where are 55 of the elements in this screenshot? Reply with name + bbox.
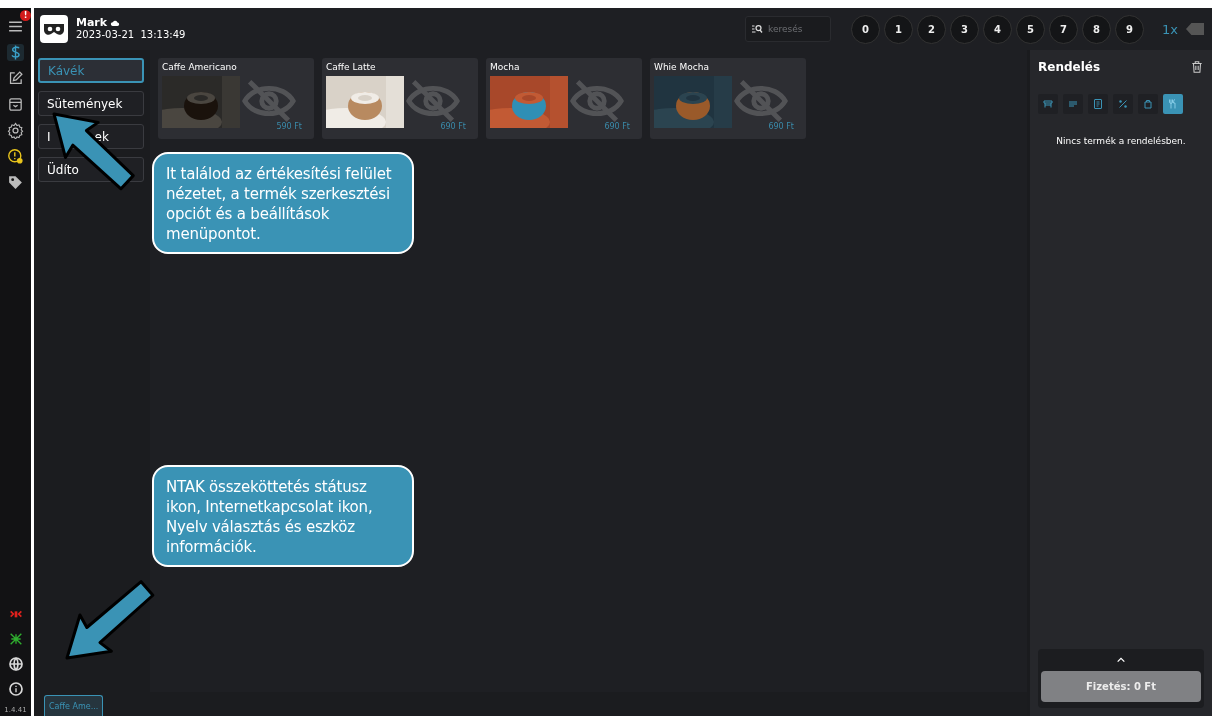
digit-button[interactable]: 2 [917,14,947,44]
product-card[interactable]: Caffe Americano 590 Ft [158,58,314,139]
notification-badge: ! [20,10,31,21]
chevron-up-icon[interactable] [1116,655,1126,665]
product-card[interactable]: Mocha 690 Ft [486,58,642,139]
quantity-multiplier: 1x [1162,21,1178,37]
category-button[interactable]: Sütemények [38,91,144,116]
cutlery-icon [1167,98,1179,110]
digit-button[interactable]: 9 [1115,14,1145,44]
product-card[interactable]: Caffe Latte 690 Ft [322,58,478,139]
lines-icon [1067,98,1079,110]
digit-button[interactable]: 1 [884,14,914,44]
box-icon[interactable] [7,96,24,113]
edit-icon[interactable] [7,70,24,87]
product-price: 690 Ft [768,122,794,131]
date-time: 2023-03-21 13:13:49 [76,29,186,41]
order-mode-button[interactable] [1138,94,1158,114]
trash-icon[interactable] [1190,60,1204,74]
tag-icon[interactable] [7,174,24,191]
search-icon [751,23,764,35]
receipt-icon [1092,98,1104,110]
bag-icon [1142,98,1154,110]
search-field[interactable]: keresés [745,16,832,42]
product-card[interactable]: Whie Mocha 690 Ft [650,58,806,139]
app-logo [40,15,68,43]
product-name: Whie Mocha [654,62,710,72]
order-mode-button[interactable] [1088,94,1108,114]
percent-icon [1117,98,1129,110]
info-icon[interactable] [7,681,24,697]
tutorial-callout: It találod az értékesítési felület nézetet, a termék szerkesztési opciót és a beállítások menüpontot. [152,152,414,254]
digit-button[interactable]: 3 [950,14,980,44]
digit-button[interactable]: 8 [1082,14,1112,44]
order-mode-button[interactable] [1113,94,1133,114]
settings-icon[interactable] [7,122,24,139]
product-price: 590 Ft [276,122,302,131]
table-icon [1042,98,1054,110]
digit-button[interactable]: 4 [983,14,1013,44]
order-title: Rendelés [1038,60,1101,74]
order-tab[interactable]: Caffe Ame... [44,695,104,716]
order-mode-button[interactable] [1038,94,1058,114]
product-price: 690 Ft [604,122,630,131]
cloud-icon [110,18,121,28]
tutorial-callout: NTAK összeköttetés státusz ikon, Internetkapcsolat ikon, Nyelv választás és eszköz információk. [152,465,414,567]
user-name: Mark [76,17,108,29]
warning-gear-icon[interactable] [7,148,24,165]
product-name: Caffe Americano [162,62,238,72]
product-price: 690 Ft [440,122,466,131]
product-name: Mocha [490,62,521,72]
product-name: Caffe Latte [326,62,377,72]
digit-button[interactable]: 0 [851,14,881,44]
globe-icon[interactable] [7,656,24,672]
empty-order-message: Nincs termék a rendelésben. [1055,136,1187,146]
category-button[interactable]: Kávék [38,58,144,83]
digit-button[interactable]: 5 [1016,14,1046,44]
digit-button[interactable]: 7 [1049,14,1079,44]
